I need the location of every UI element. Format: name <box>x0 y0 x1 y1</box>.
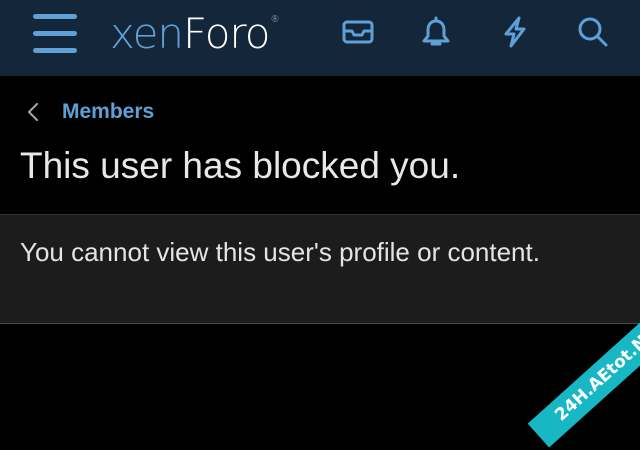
top-nav-bar: xen Foro ® <box>0 0 640 76</box>
breadcrumb[interactable]: Members <box>24 96 154 128</box>
watermark-text: 24H.AEtot.Net <box>551 318 640 426</box>
watermark-ribbon: 24H.AEtot.Net <box>527 300 640 448</box>
search-icon[interactable] <box>575 14 611 50</box>
logo-text-xen: xen <box>110 9 184 58</box>
blocked-notice-text: You cannot view this user's profile or c… <box>20 237 540 267</box>
logo-registered-mark: ® <box>270 15 280 25</box>
chevron-left-icon <box>24 101 42 123</box>
logo-text-foro: Foro <box>183 9 270 58</box>
page-title: This user has blocked you. <box>20 145 461 186</box>
watermark: 24H.AEtot.Net <box>520 300 640 450</box>
site-logo[interactable]: xen Foro ® <box>110 9 279 59</box>
bell-icon[interactable] <box>418 14 454 50</box>
menu-icon[interactable] <box>30 12 80 56</box>
lightning-icon[interactable] <box>497 14 533 50</box>
breadcrumb-members-link[interactable]: Members <box>62 100 154 124</box>
inbox-icon[interactable] <box>340 14 376 50</box>
